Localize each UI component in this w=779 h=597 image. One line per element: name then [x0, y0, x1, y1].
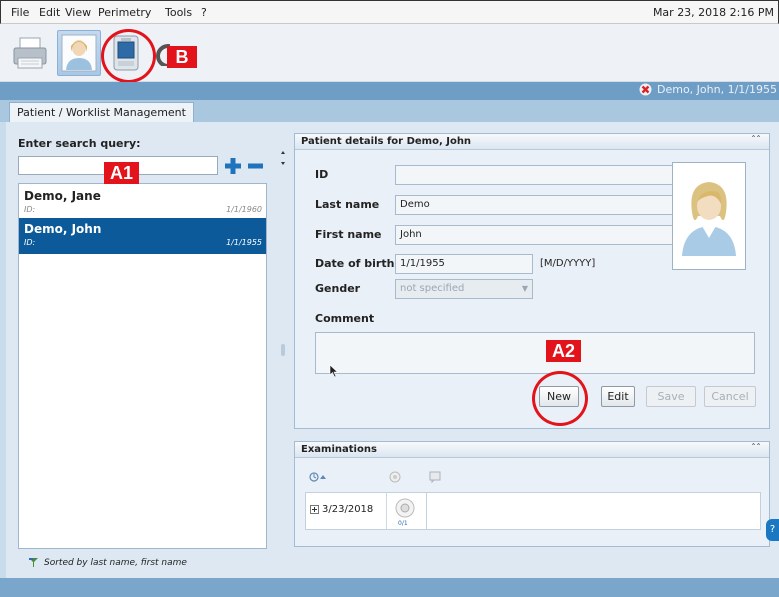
id-field[interactable]	[395, 165, 677, 185]
column-header-date[interactable]	[309, 472, 327, 485]
sort-icon	[29, 558, 38, 567]
panel-title: Patient details for Demo, John	[301, 136, 472, 147]
exam-row[interactable]: 3/23/2018 0/1	[305, 492, 761, 530]
gender-label: Gender	[315, 282, 361, 295]
splitter-handle[interactable]	[281, 344, 285, 356]
patient-details-panel: Patient details for Demo, John ˆˆ ID Las…	[294, 133, 770, 429]
plus-icon	[225, 158, 241, 174]
examinations-panel: Examinations ˆˆ 3/23/2018 0/1	[294, 441, 770, 547]
panel-title: Examinations	[301, 444, 377, 455]
save-button[interactable]: Save	[646, 386, 696, 407]
gender-select[interactable]: not specified ▼	[395, 279, 533, 299]
examinations-table: 3/23/2018 0/1	[305, 462, 761, 530]
status-bar	[0, 578, 779, 597]
patient-avatar-icon	[682, 182, 736, 256]
tab-patient-worklist[interactable]: Patient / Worklist Management	[9, 102, 194, 122]
menu-bar: File Edit View Perimetry Tools ? Mar 23,…	[0, 0, 779, 24]
annotation-a2: A2	[546, 340, 581, 362]
add-patient-button[interactable]	[224, 157, 242, 175]
dob-format-hint: [M/D/YYYY]	[540, 258, 596, 269]
exam-date: 3/23/2018	[322, 504, 374, 515]
tab-bar: Patient / Worklist Management	[0, 100, 779, 122]
collapse-left-handle[interactable]	[280, 150, 286, 166]
mouse-cursor-icon	[329, 364, 339, 378]
patient-id-label: ID:	[24, 205, 36, 214]
first-name-label: First name	[315, 228, 382, 241]
patient-id-label: ID:	[24, 238, 36, 247]
perimeter-eye-icon	[395, 498, 415, 518]
menu-file[interactable]: File	[11, 6, 29, 19]
sort-note: Sorted by last name, first name	[28, 557, 187, 568]
patient-name: Demo, John	[24, 222, 102, 236]
comment-column-icon	[429, 471, 441, 483]
column-divider	[386, 493, 387, 529]
patient-photo	[672, 162, 746, 270]
menu-edit[interactable]: Edit	[39, 6, 60, 19]
menu-tools[interactable]: Tools	[165, 6, 192, 19]
sort-note-label: Sorted by last name, first name	[44, 557, 187, 568]
help-tab[interactable]: ?	[766, 519, 779, 541]
active-patient[interactable]: Demo, John, 1/1/1955	[639, 83, 777, 96]
id-label: ID	[315, 168, 329, 181]
collapse-icon[interactable]: ˆˆ	[751, 135, 761, 146]
menu-help[interactable]: ?	[201, 6, 207, 19]
comment-field[interactable]	[315, 332, 755, 374]
exam-date-cell: 3/23/2018	[310, 504, 373, 515]
dob-field[interactable]: 1/1/1955	[395, 254, 533, 274]
patient-row-jane[interactable]: Demo, Jane ID: 1/1/1960	[19, 185, 266, 221]
status-strip: Demo, John, 1/1/1955	[0, 82, 779, 100]
patient-row-john[interactable]: Demo, John ID: 1/1/1955	[19, 218, 266, 254]
exam-comment-cell	[426, 493, 760, 529]
collapse-icon[interactable]: ˆˆ	[751, 443, 761, 454]
comment-label: Comment	[315, 312, 375, 325]
chevron-down-icon: ▼	[521, 284, 528, 293]
close-patient-icon[interactable]	[639, 83, 652, 96]
printer-icon	[13, 37, 47, 69]
dob-label: Date of birth	[315, 257, 395, 270]
patient-list: Demo, Jane ID: 1/1/1960 Demo, John ID: 1…	[18, 183, 267, 549]
patient-dob: 1/1/1955	[226, 238, 262, 247]
patient-name: Demo, Jane	[24, 189, 101, 203]
remove-patient-button[interactable]	[247, 157, 264, 175]
clock: Mar 23, 2018 2:16 PM	[652, 6, 774, 19]
menu-perimetry[interactable]: Perimetry	[98, 6, 151, 19]
splitter-arrows-icon	[281, 151, 285, 165]
menu-view[interactable]: View	[65, 6, 91, 19]
highlight-ring-b	[101, 29, 156, 83]
edit-button[interactable]: Edit	[601, 386, 635, 407]
highlight-ring-a2	[532, 371, 588, 426]
cancel-button[interactable]: Cancel	[704, 386, 756, 407]
minus-icon	[248, 163, 263, 169]
help-icon: ?	[769, 524, 776, 535]
perimeter-column-icon	[389, 471, 401, 483]
patient-management-button[interactable]	[57, 30, 101, 76]
clock-sort-icon	[309, 472, 326, 482]
last-name-label: Last name	[315, 198, 380, 211]
annotation-a1: A1	[104, 162, 139, 184]
patient-dob: 1/1/1960	[226, 205, 262, 214]
active-patient-label: Demo, John, 1/1/1955	[657, 83, 777, 96]
exam-count: 0/1	[398, 520, 408, 527]
panel-header: Patient details for Demo, John ˆˆ	[295, 134, 769, 150]
search-label: Enter search query:	[18, 137, 141, 150]
patient-icon	[61, 34, 97, 72]
last-name-field[interactable]: Demo	[395, 195, 677, 215]
print-button[interactable]	[8, 30, 52, 76]
gender-value: not specified	[400, 283, 465, 294]
first-name-field[interactable]: John	[395, 225, 677, 245]
panel-header: Examinations ˆˆ	[295, 442, 769, 458]
expand-icon[interactable]	[310, 505, 319, 514]
annotation-b: B	[167, 46, 197, 68]
